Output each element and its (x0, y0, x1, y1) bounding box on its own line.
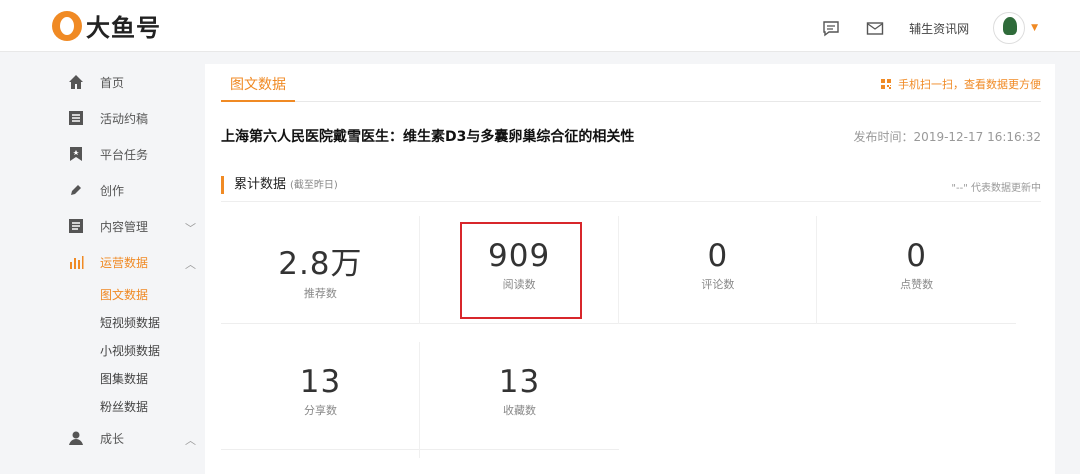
sidebar-item-label: 平台任务 (100, 147, 149, 162)
section-title-text: 累计数据 (234, 177, 287, 192)
username[interactable]: 辅生资讯网 (909, 20, 969, 37)
stat-value: 13 (498, 364, 541, 400)
reads-highlight-frame (460, 222, 582, 319)
site-logo[interactable]: 大鱼号 (52, 8, 161, 43)
stat-value: 0 (707, 238, 729, 274)
article-info: 上海第六人民医院戴雪医生：维生素D3与多囊卵巢综合征的相关性 发布时间：2019… (221, 126, 1041, 146)
stat-label: 收藏数 (503, 404, 536, 417)
star-flag-icon (66, 144, 86, 164)
data-tabs: 图文数据 手机扫一扫，查看数据更方便 (221, 74, 1041, 102)
chevron-up-icon[interactable]: ︿ (185, 256, 196, 272)
stat-value: 0 (906, 238, 927, 274)
sidebar: 首页 活动约稿 平台任务 创作 内容管理 ﹀ 运营数据 ︿ 图文数据 短视频数据… (52, 64, 202, 456)
sidebar-item-home[interactable]: 首页 (52, 64, 202, 100)
qr-code-icon (880, 78, 892, 90)
sidebar-subitem-fans-data[interactable]: 粉丝数据 (52, 392, 202, 420)
sidebar-item-content-management[interactable]: 内容管理 ﹀ (52, 208, 202, 244)
stat-shares: 13 分享数 (221, 342, 420, 458)
stat-comments: 0 评论数 (619, 216, 818, 324)
top-navigation: 大鱼号 辅生资讯网 ▼ (0, 0, 1080, 52)
caret-down-icon[interactable]: ▼ (1031, 23, 1038, 33)
stat-value: 2.8万 (278, 246, 363, 282)
stat-likes: 0 点赞数 (817, 216, 1016, 324)
section-title: 累计数据 (截至昨日) (221, 176, 338, 194)
stat-recommendations: 2.8万推荐数 (221, 216, 420, 324)
sidebar-subitem-article-data[interactable]: 图文数据 (52, 280, 202, 308)
publish-time: 发布时间：2019-12-17 16:16:32 (853, 129, 1041, 144)
article-title: 上海第六人民医院戴雪医生：维生素D3与多囊卵巢综合征的相关性 (221, 129, 635, 145)
bar-chart-icon (66, 252, 86, 272)
fish-logo-icon (52, 10, 82, 41)
sidebar-item-create[interactable]: 创作 (52, 172, 202, 208)
sidebar-subitem-gallery-data[interactable]: 图集数据 (52, 364, 202, 392)
cumulative-data-header: 累计数据 (截至昨日) "--" 代表数据更新中 (221, 176, 1041, 202)
mobile-scan-tip[interactable]: 手机扫一扫，查看数据更方便 (880, 76, 1041, 92)
chevron-down-icon[interactable]: ﹀ (185, 220, 196, 236)
avatar[interactable] (993, 12, 1026, 44)
logo-text: 大鱼号 (86, 14, 161, 42)
stats-row: 13 分享数 13 收藏数 (221, 342, 619, 458)
header-actions: 辅生资讯网 ▼ (821, 12, 1038, 44)
stat-label: 评论数 (701, 278, 735, 291)
stat-favorites: 13 收藏数 (420, 342, 619, 458)
message-icon[interactable] (821, 18, 841, 38)
sidebar-item-tasks[interactable]: 平台任务 (52, 136, 202, 172)
document-icon (66, 216, 86, 236)
stat-label: 推荐数 (303, 287, 337, 300)
home-icon (66, 72, 86, 92)
user-icon (66, 428, 86, 448)
sidebar-item-label: 活动约稿 (100, 111, 149, 126)
sidebar-item-label: 成长 (100, 431, 125, 446)
sidebar-subitem-small-video-data[interactable]: 小视频数据 (52, 336, 202, 364)
section-note: "--" 代表数据更新中 (951, 183, 1041, 194)
main-content: 图文数据 手机扫一扫，查看数据更方便 上海第六人民医院戴雪医生：维生素D3与多囊… (205, 64, 1055, 474)
list-icon (66, 108, 86, 128)
mail-icon[interactable] (865, 18, 885, 38)
tab-article-data[interactable]: 图文数据 (221, 74, 295, 102)
stats-row: 2.8万 推荐数 909 阅读数 0 评论数 0 点赞数 (221, 216, 1016, 324)
sidebar-item-operation-data[interactable]: 运营数据 ︿ (52, 244, 202, 280)
sidebar-item-label: 首页 (100, 75, 125, 90)
chevron-up-icon[interactable]: ︿ (185, 432, 196, 448)
sidebar-item-label: 内容管理 (100, 219, 149, 234)
pen-icon (66, 180, 86, 200)
sidebar-item-label: 运营数据 (100, 255, 149, 270)
sidebar-subitem-short-video-data[interactable]: 短视频数据 (52, 308, 202, 336)
stat-value: 13 (299, 364, 342, 400)
stat-label: 分享数 (304, 404, 337, 417)
sidebar-item-label: 创作 (100, 183, 125, 198)
stat-label: 点赞数 (900, 278, 934, 291)
section-subtitle: (截至昨日) (290, 180, 338, 191)
sidebar-item-growth[interactable]: 成长 ︿ (52, 420, 202, 456)
sidebar-item-activities[interactable]: 活动约稿 (52, 100, 202, 136)
scan-tip-text: 手机扫一扫，查看数据更方便 (898, 78, 1041, 91)
